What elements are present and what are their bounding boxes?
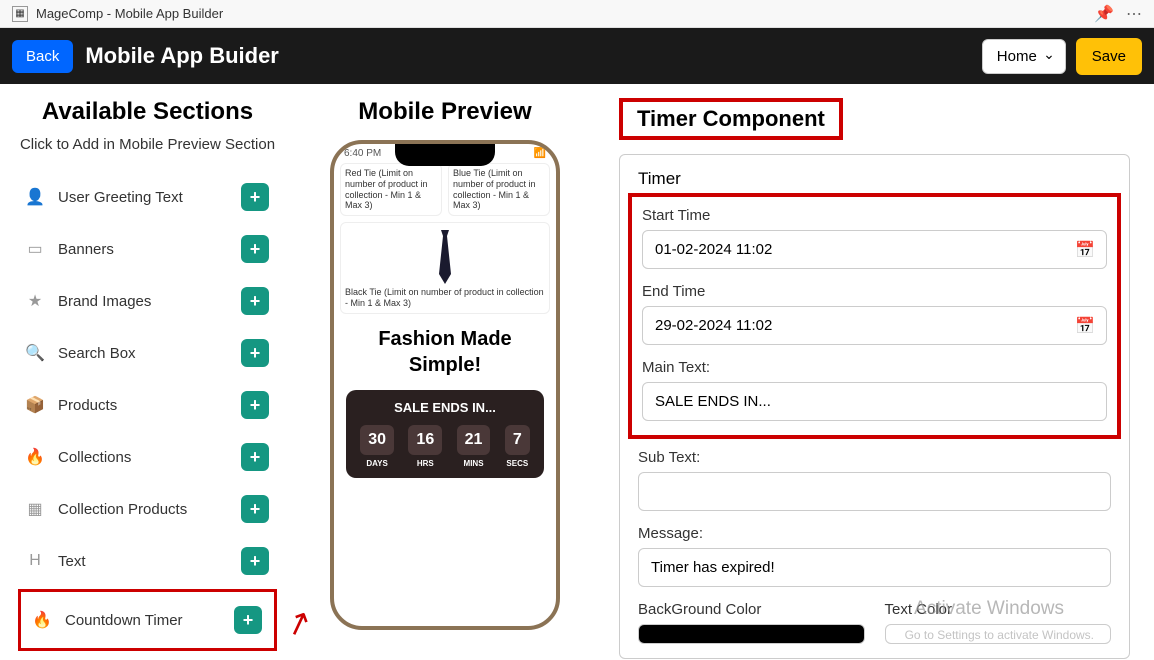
calendar-icon[interactable]: 📅	[1075, 240, 1095, 260]
section-text[interactable]: H Text +	[18, 537, 277, 585]
search-icon: 🔍	[26, 344, 44, 362]
section-label: Collection Products	[58, 501, 187, 518]
add-button[interactable]: +	[241, 235, 269, 263]
sidebar-title: Available Sections	[18, 98, 277, 126]
bg-color-label: BackGround Color	[638, 601, 865, 618]
timer-mins-label: MINS	[457, 459, 491, 468]
tie-image	[345, 227, 545, 287]
add-button[interactable]: +	[241, 183, 269, 211]
timer-mins: 21	[457, 425, 491, 455]
section-label: Brand Images	[58, 293, 151, 310]
highlighted-form-section: Start Time 📅 End Time 📅 Main Text:	[628, 193, 1121, 439]
timer-hrs: 16	[408, 425, 442, 455]
start-time-label: Start Time	[642, 207, 1107, 224]
add-button[interactable]: +	[241, 547, 269, 575]
back-button[interactable]: Back	[12, 40, 73, 73]
section-brand-images[interactable]: ★ Brand Images +	[18, 277, 277, 325]
section-label: Countdown Timer	[65, 612, 183, 629]
user-icon: 👤	[26, 188, 44, 206]
section-label: User Greeting Text	[58, 189, 183, 206]
app-icon: ▦	[12, 6, 28, 22]
phone-notch	[395, 144, 495, 166]
phone-frame: 6:40 PM 📶 Red Tie (Limit on number of pr…	[330, 140, 560, 630]
section-collection-products[interactable]: ▦ Collection Products +	[18, 485, 277, 533]
end-time-input[interactable]	[642, 306, 1107, 345]
timer-secs-label: SECS	[505, 459, 530, 468]
section-label: Search Box	[58, 345, 136, 362]
add-button[interactable]: +	[241, 391, 269, 419]
more-icon[interactable]: ⋯	[1126, 4, 1142, 24]
timer-main-text: SALE ENDS IN...	[356, 400, 534, 415]
sub-text-input[interactable]	[638, 472, 1111, 511]
add-button[interactable]: +	[241, 339, 269, 367]
section-banners[interactable]: ▭ Banners +	[18, 225, 277, 273]
main-text-label: Main Text:	[642, 359, 1107, 376]
preview-title: Mobile Preview	[358, 98, 531, 126]
add-button[interactable]: +	[241, 443, 269, 471]
banner-icon: ▭	[26, 240, 44, 258]
timer-days: 30	[360, 425, 394, 455]
section-products[interactable]: 📦 Products +	[18, 381, 277, 429]
save-button[interactable]: Save	[1076, 38, 1142, 75]
app-title-bar: ▦ MageComp - Mobile App Builder 📌 ⋯	[0, 0, 1154, 28]
status-time: 6:40 PM	[344, 148, 381, 159]
wifi-icon: 📶	[534, 148, 546, 159]
section-label: Products	[58, 397, 117, 414]
section-search-box[interactable]: 🔍 Search Box +	[18, 329, 277, 377]
app-name: MageComp - Mobile App Builder	[36, 6, 223, 21]
section-collections[interactable]: 🔥 Collections +	[18, 433, 277, 481]
add-button[interactable]: +	[234, 606, 262, 634]
product-card[interactable]: Red Tie (Limit on number of product in c…	[340, 163, 442, 216]
sidebar-subtitle: Click to Add in Mobile Preview Section	[18, 134, 277, 155]
timer-secs: 7	[505, 425, 530, 455]
flame-icon: 🔥	[26, 448, 44, 466]
sub-text-label: Sub Text:	[638, 449, 1111, 466]
tagline: Fashion Made Simple!	[340, 326, 550, 378]
main-text-input[interactable]	[642, 382, 1107, 421]
star-icon: ★	[26, 292, 44, 310]
windows-watermark: Activate Windows	[914, 598, 1064, 620]
windows-watermark-sub: Go to Settings to activate Windows.	[905, 628, 1094, 642]
text-icon: H	[26, 552, 44, 570]
mobile-preview-panel: Mobile Preview 6:40 PM 📶 Red Tie (Limit …	[295, 84, 595, 660]
add-button[interactable]: +	[241, 287, 269, 315]
section-label: Banners	[58, 241, 114, 258]
timer-hrs-label: HRS	[408, 459, 442, 468]
start-time-input[interactable]	[642, 230, 1107, 269]
header-bar: Back Mobile App Buider Home Save	[0, 28, 1154, 84]
message-input[interactable]	[638, 548, 1111, 587]
end-time-label: End Time	[642, 283, 1107, 300]
home-dropdown[interactable]: Home	[982, 39, 1066, 74]
box-icon: 📦	[26, 396, 44, 414]
available-sections-sidebar: Available Sections Click to Add in Mobil…	[0, 84, 295, 660]
grid-icon: ▦	[26, 500, 44, 518]
section-user-greeting[interactable]: 👤 User Greeting Text +	[18, 173, 277, 221]
bg-color-swatch[interactable]	[638, 624, 865, 644]
section-label: Text	[58, 553, 86, 570]
countdown-highlight: 🔥 Countdown Timer +	[18, 589, 277, 651]
pin-icon[interactable]: 📌	[1094, 4, 1114, 24]
section-label: Collections	[58, 449, 131, 466]
form-heading: Timer	[638, 169, 1111, 189]
timer-widget[interactable]: SALE ENDS IN... 30 DAYS 16 HRS 21 MINS	[346, 390, 544, 478]
section-countdown-timer[interactable]: 🔥 Countdown Timer +	[25, 596, 270, 644]
timer-config-panel: Timer Component Timer Start Time 📅 End T…	[595, 84, 1154, 660]
add-button[interactable]: +	[241, 495, 269, 523]
product-card[interactable]: Blue Tie (Limit on number of product in …	[448, 163, 550, 216]
timer-days-label: DAYS	[360, 459, 394, 468]
product-card[interactable]: Black Tie (Limit on number of product in…	[340, 222, 550, 314]
config-title: Timer Component	[637, 106, 825, 132]
message-label: Message:	[638, 525, 1111, 542]
flame-icon: 🔥	[33, 611, 51, 629]
page-title: Mobile App Buider	[85, 43, 279, 69]
calendar-icon[interactable]: 📅	[1075, 316, 1095, 336]
config-title-highlight: Timer Component	[619, 98, 843, 140]
